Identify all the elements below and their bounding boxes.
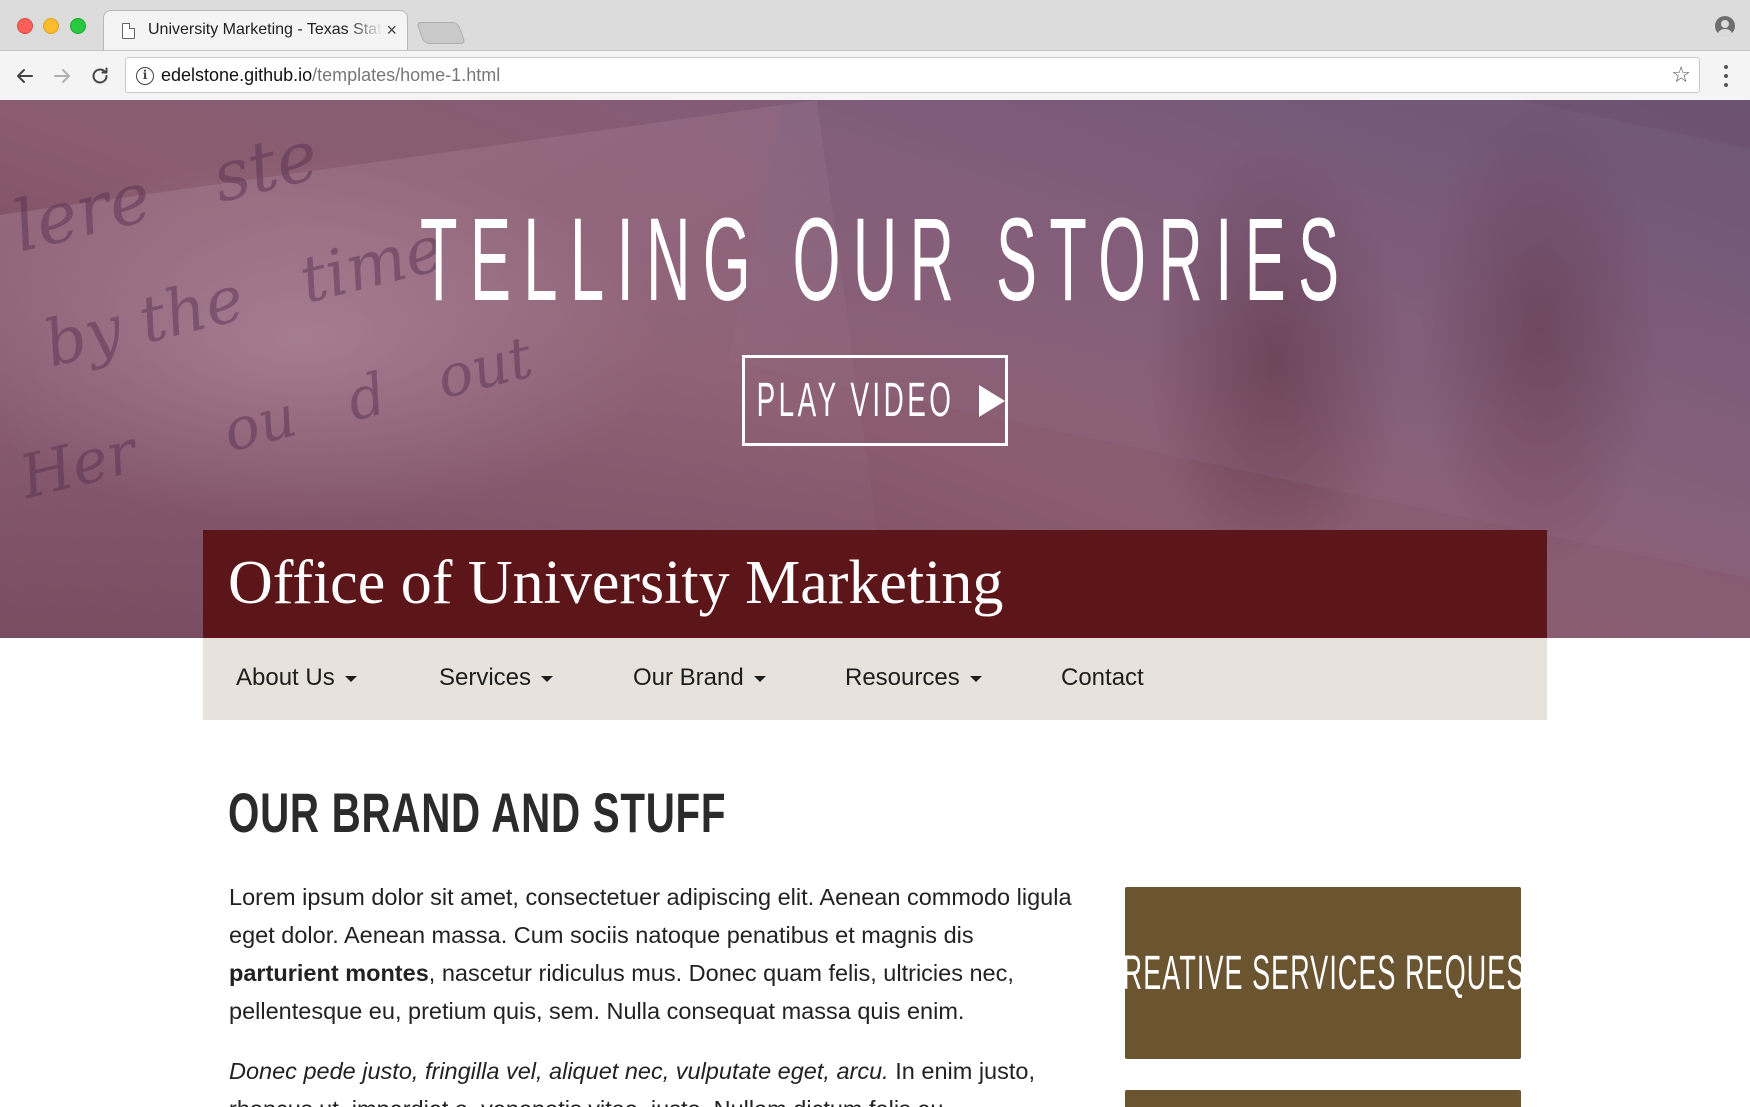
nav-item-label: Resources — [845, 664, 960, 691]
paragraph-bold-text: parturient montes — [229, 960, 429, 986]
nav-item-contact[interactable]: Contact — [1061, 664, 1144, 692]
secondary-cta-button[interactable] — [1125, 1090, 1521, 1107]
caret-down-icon — [541, 675, 554, 682]
maximize-window-button[interactable] — [70, 18, 86, 34]
section-heading: OUR BRAND AND STUFF — [228, 781, 727, 844]
nav-item-our-brand[interactable]: Our Brand — [633, 664, 766, 692]
body-paragraph-1: Lorem ipsum dolor sit amet, consectetuer… — [229, 878, 1089, 1030]
arrow-right-icon — [54, 69, 70, 83]
nav-item-services[interactable]: Services — [439, 664, 554, 692]
play-icon — [978, 384, 1005, 417]
hero-title: TELLING OUR STORIES — [420, 194, 1352, 326]
hero-section: lere ste by the time ou d out Her TELLIN… — [0, 100, 1750, 638]
main-nav: About Us Services Our Brand Resources Co… — [203, 638, 1547, 720]
browser-tab[interactable]: University Marketing - Texas State × — [103, 10, 408, 50]
reload-button[interactable] — [85, 61, 115, 91]
minimize-window-button[interactable] — [43, 18, 59, 34]
forward-button[interactable] — [47, 61, 77, 91]
back-button[interactable] — [10, 61, 40, 91]
paragraph-italic-text: Donec pede justo, fringilla vel, aliquet… — [229, 1058, 889, 1084]
url-text: edelstone.github.io/templates/home-1.htm… — [161, 65, 500, 86]
reload-icon — [92, 67, 108, 84]
profile-icon[interactable] — [1715, 16, 1735, 36]
page-icon — [122, 23, 135, 39]
caret-down-icon — [969, 675, 982, 682]
browser-toolbar: i edelstone.github.io/templates/home-1.h… — [0, 50, 1750, 100]
info-icon[interactable]: i — [136, 67, 154, 85]
page: lere ste by the time ou d out Her TELLIN… — [0, 100, 1750, 1107]
nav-item-resources[interactable]: Resources — [845, 664, 982, 692]
nav-item-label: About Us — [236, 664, 335, 691]
browser-menu-icon[interactable] — [1719, 63, 1733, 89]
body-paragraph-2: Donec pede justo, fringilla vel, aliquet… — [229, 1052, 1089, 1107]
paragraph-text: Lorem ipsum dolor sit amet, consectetuer… — [229, 884, 1072, 948]
play-video-label: PLAY VIDEO — [757, 374, 955, 427]
play-video-button[interactable]: PLAY VIDEO — [742, 355, 1008, 446]
close-window-button[interactable] — [17, 18, 33, 34]
address-bar[interactable]: i edelstone.github.io/templates/home-1.h… — [125, 57, 1700, 93]
browser-chrome: University Marketing - Texas State × i e… — [0, 0, 1750, 100]
tab-close-icon[interactable]: × — [386, 20, 397, 40]
nav-item-about-us[interactable]: About Us — [236, 664, 357, 692]
caret-down-icon — [344, 675, 357, 682]
creative-services-request-button[interactable]: CREATIVE SERVICES REQUEST — [1103, 887, 1542, 1059]
cta-label: CREATIVE SERVICES REQUEST — [1102, 946, 1544, 1000]
caret-down-icon — [753, 675, 766, 682]
url-host: edelstone.github.io — [161, 65, 313, 85]
bookmark-star-icon[interactable]: ☆ — [1671, 63, 1691, 87]
nav-item-label: Contact — [1061, 664, 1144, 691]
nav-item-label: Services — [439, 664, 532, 691]
url-path: /templates/home-1.html — [312, 65, 501, 85]
office-banner: Office of University Marketing — [203, 530, 1547, 638]
arrow-left-icon — [17, 69, 33, 83]
new-tab-button[interactable] — [415, 22, 467, 44]
tab-strip: University Marketing - Texas State × — [0, 0, 1750, 50]
office-title[interactable]: Office of University Marketing — [228, 548, 1003, 619]
nav-item-label: Our Brand — [633, 664, 744, 691]
tab-title: University Marketing - Texas State — [148, 21, 383, 38]
